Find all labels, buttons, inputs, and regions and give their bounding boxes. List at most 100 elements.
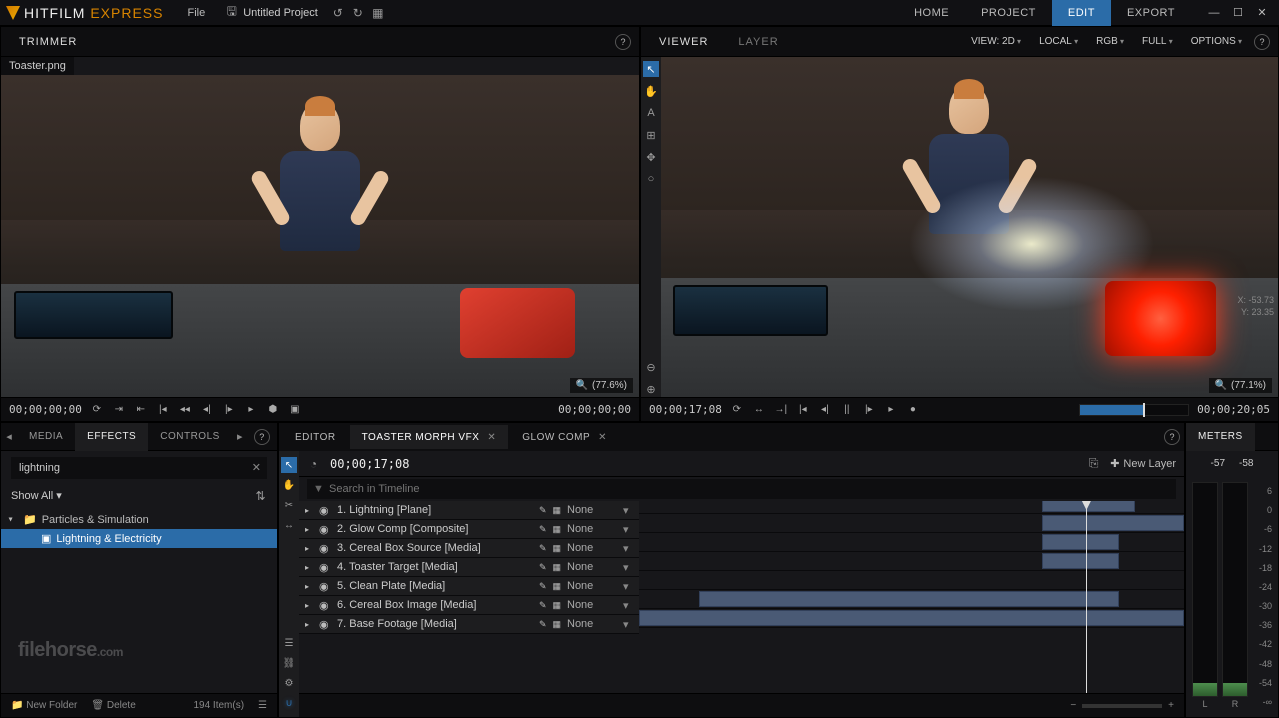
options-menu[interactable]: OPTIONS <box>1185 34 1248 49</box>
expand-icon[interactable]: ▸ <box>305 620 313 629</box>
new-folder-button[interactable]: 📁 New Folder <box>11 700 77 711</box>
tab-comp-2[interactable]: GLOW COMP✕ <box>510 425 619 449</box>
expand-icon[interactable]: ▸ <box>305 506 313 515</box>
edit-icon[interactable]: ✎ <box>539 600 547 611</box>
grid-tool-icon[interactable]: ⊞ <box>643 127 659 143</box>
trimmer-tab[interactable]: TRIMMER <box>9 32 87 52</box>
redo-icon[interactable]: ↻ <box>348 6 368 19</box>
tree-item-selected[interactable]: ▣Lightning & Electricity <box>1 529 277 548</box>
visibility-icon[interactable]: ◉ <box>319 542 331 555</box>
delete-button[interactable]: 🗑 Delete <box>91 700 135 711</box>
tab-effects[interactable]: EFFECTS <box>75 423 148 451</box>
layer-menu-icon[interactable]: ▾ <box>623 580 633 593</box>
visibility-icon[interactable]: ◉ <box>319 599 331 612</box>
edit-icon[interactable]: ✎ <box>539 581 547 592</box>
help-icon[interactable]: ? <box>615 34 631 50</box>
sort-icon[interactable]: ⇅ <box>254 489 267 502</box>
mask-icon[interactable]: ▦ <box>552 543 561 554</box>
pause-icon[interactable]: || <box>840 403 854 417</box>
timeline-search-input[interactable] <box>307 479 1176 499</box>
clear-search-icon[interactable]: ✕ <box>252 461 261 474</box>
channel-mode[interactable]: RGB <box>1090 34 1130 49</box>
help-icon[interactable]: ? <box>254 429 270 445</box>
step-fwd-icon[interactable]: |▸ <box>222 403 236 417</box>
minimize-icon[interactable]: — <box>1207 6 1221 20</box>
visibility-icon[interactable]: ◉ <box>319 523 331 536</box>
select-tool-icon[interactable]: ↖ <box>643 61 659 77</box>
viewer-tab[interactable]: VIEWER <box>649 32 718 52</box>
step-back-icon[interactable]: ◂◂ <box>178 403 192 417</box>
zoom-out-tl-icon[interactable]: − <box>1070 700 1076 711</box>
loop-icon[interactable]: ⟳ <box>730 403 744 417</box>
trimmer-viewport[interactable]: 🔍(77.6%) <box>1 75 639 397</box>
tree-folder[interactable]: 📁Particles & Simulation <box>1 510 277 529</box>
blend-mode[interactable]: None <box>567 618 617 630</box>
goto-start-icon[interactable]: |◂ <box>796 403 810 417</box>
nav-export[interactable]: EXPORT <box>1111 0 1191 26</box>
layer-row[interactable]: ▸◉1. Lightning [Plane]✎▦None▾ <box>299 501 639 520</box>
link-icon[interactable]: ⛓ <box>281 655 297 671</box>
layer-row[interactable]: ▸◉2. Glow Comp [Composite]✎▦None▾ <box>299 520 639 539</box>
menu-file[interactable]: File <box>177 0 215 26</box>
snap-icon[interactable]: ∪ <box>281 695 297 711</box>
zoom-slider[interactable] <box>1082 704 1162 708</box>
view-mode[interactable]: VIEW: 2D <box>965 34 1027 49</box>
visibility-icon[interactable]: ◉ <box>319 580 331 593</box>
tab-editor[interactable]: EDITOR <box>283 425 348 449</box>
maximize-icon[interactable]: ☐ <box>1231 6 1245 20</box>
tracks-icon[interactable]: ☰ <box>281 635 297 651</box>
slice-tool-icon[interactable]: ✂ <box>281 497 297 513</box>
record-icon[interactable]: ● <box>906 403 920 417</box>
mask-icon[interactable]: ▦ <box>552 524 561 535</box>
zoom-in-icon[interactable]: ⊕ <box>643 381 659 397</box>
play-icon[interactable]: ▸ <box>244 403 258 417</box>
help-icon[interactable]: ? <box>1254 34 1270 50</box>
edit-icon[interactable]: ✎ <box>539 562 547 573</box>
trimmer-zoom[interactable]: 🔍(77.6%) <box>570 378 633 393</box>
loop-icon[interactable]: ⟳ <box>90 403 104 417</box>
layer-row[interactable]: ▸◉3. Cereal Box Source [Media]✎▦None▾ <box>299 539 639 558</box>
mask-icon[interactable]: ▦ <box>552 619 561 630</box>
list-view-icon[interactable]: ☰ <box>258 700 267 711</box>
layer-tab[interactable]: LAYER <box>728 32 788 52</box>
prev-frame-icon[interactable]: |◂ <box>156 403 170 417</box>
hand-tool-icon[interactable]: ✋ <box>643 83 659 99</box>
snapshot-icon[interactable]: ▣ <box>288 403 302 417</box>
layer-menu-icon[interactable]: ▾ <box>623 599 633 612</box>
move-tool-icon[interactable]: ✥ <box>643 149 659 165</box>
mask-icon[interactable]: ▦ <box>552 600 561 611</box>
nav-edit[interactable]: EDIT <box>1052 0 1111 26</box>
effects-search-input[interactable] <box>11 457 267 479</box>
meters-tab[interactable]: METERS <box>1186 423 1255 451</box>
expand-icon[interactable]: ▸ <box>305 544 313 553</box>
range-icon[interactable]: ↔ <box>752 403 766 417</box>
export-icon[interactable]: ⎘ <box>1087 457 1100 470</box>
help-icon[interactable]: ? <box>1164 429 1180 445</box>
mask-icon[interactable]: ▦ <box>552 562 561 573</box>
blend-mode[interactable]: None <box>567 561 617 573</box>
edit-icon[interactable]: ✎ <box>539 619 547 630</box>
playhead[interactable] <box>1086 501 1087 693</box>
editor-timecode[interactable]: 00;00;17;08 <box>330 457 409 471</box>
close-tab-icon[interactable]: ✕ <box>487 432 496 443</box>
layer-row[interactable]: ▸◉7. Base Footage [Media]✎▦None▾ <box>299 615 639 634</box>
layer-menu-icon[interactable]: ▾ <box>623 523 633 536</box>
new-layer-button[interactable]: ✚New Layer <box>1110 457 1176 470</box>
timeline[interactable]: ◁ ◇ ▷ ◆ ■ ◆ ◇ ◇ ⟋ Value Graph ⛶ <box>639 501 1184 693</box>
expand-icon[interactable]: ▸ <box>305 563 313 572</box>
tab-right-icon[interactable]: ▸ <box>232 430 248 443</box>
out-icon[interactable]: ⇤ <box>134 403 148 417</box>
blend-mode[interactable]: None <box>567 523 617 535</box>
grid-icon[interactable]: ▦ <box>368 6 388 19</box>
undo-icon[interactable]: ↺ <box>328 6 348 19</box>
edit-icon[interactable]: ✎ <box>539 543 547 554</box>
viewer-zoom[interactable]: 🔍(77.1%) <box>1209 378 1272 393</box>
layer-menu-icon[interactable]: ▾ <box>623 561 633 574</box>
pointer-tool-icon[interactable]: ↖ <box>281 457 297 473</box>
slip-tool-icon[interactable]: ↔ <box>281 517 297 533</box>
blend-mode[interactable]: None <box>567 580 617 592</box>
filter-dropdown[interactable]: Show All ▾ <box>11 489 248 502</box>
layer-menu-icon[interactable]: ▾ <box>623 504 633 517</box>
step-back-icon[interactable]: ◂| <box>818 403 832 417</box>
visibility-icon[interactable]: ◉ <box>319 618 331 631</box>
